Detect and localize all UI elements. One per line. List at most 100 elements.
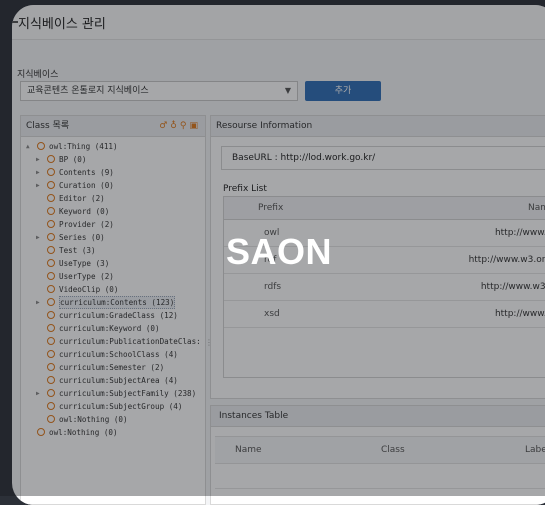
tree-node-label: curriculum:Semester (2): [59, 363, 165, 372]
tree-node[interactable]: owl:Nothing (0): [21, 426, 205, 439]
class-icon: [37, 428, 45, 436]
delete-class-icon[interactable]: ▣: [189, 121, 201, 131]
tree-node-label: Keyword (0): [59, 207, 110, 216]
tree-node-label: UseType (3): [59, 259, 110, 268]
class-icon: [47, 402, 55, 410]
tree-node[interactable]: ▶ Contents (9): [21, 166, 205, 179]
tree-node-label: Editor (2): [59, 194, 105, 203]
tree-node[interactable]: Test (3): [21, 244, 205, 257]
expand-icon[interactable]: ▶: [36, 166, 40, 179]
tree-node-label: VideoClip (0): [59, 285, 119, 294]
expand-icon[interactable]: ▶: [36, 387, 40, 400]
tree-node[interactable]: curriculum:Semester (2): [21, 361, 205, 374]
title-bar: 지식베이스 관리: [12, 5, 545, 40]
edit-class-icon[interactable]: ♁: [170, 121, 180, 131]
tree-node[interactable]: curriculum:SchoolClass (4): [21, 348, 205, 361]
col-namespace[interactable]: Nam: [528, 203, 545, 213]
namespace-cell: http://www.w3.o: [480, 282, 545, 292]
col-prefix[interactable]: Prefix: [258, 203, 283, 213]
resource-panel-header: Resourse Information: [211, 116, 545, 137]
class-icon: [47, 259, 55, 267]
class-icon: [47, 207, 55, 215]
tree-node[interactable]: ▶ curriculum:SubjectFamily (238): [21, 387, 205, 400]
tree-node[interactable]: VideoClip (0): [21, 283, 205, 296]
class-icon: [47, 168, 55, 176]
tree-node-label: curriculum:SchoolClass (4): [59, 350, 178, 359]
tree-node[interactable]: curriculum:Keyword (0): [21, 322, 205, 335]
namespace-cell: http://www.w: [494, 228, 545, 238]
tree-node[interactable]: Provider (2): [21, 218, 205, 231]
tree-node[interactable]: ▶ curriculum:Contents (123): [21, 296, 205, 309]
tree-node[interactable]: Keyword (0): [21, 205, 205, 218]
prefix-cell: rdfs: [264, 282, 282, 292]
tree-node-label: owl:Thing (411): [49, 142, 118, 151]
class-icon: [47, 376, 55, 384]
resource-panel-title: Resourse Information: [216, 121, 313, 131]
expand-icon[interactable]: ▶: [36, 296, 40, 309]
class-icon: [47, 298, 55, 306]
class-icon: [47, 350, 55, 358]
tree-node[interactable]: ▶ Series (0): [21, 231, 205, 244]
col-label[interactable]: Labe: [525, 445, 545, 455]
tree-node-label: curriculum:PublicationDateClas:: [59, 337, 201, 346]
tree-node-label: curriculum:Keyword (0): [59, 324, 160, 333]
expand-icon[interactable]: ▶: [36, 231, 40, 244]
tree-node-label: Test (3): [59, 246, 96, 255]
tree-node-label: owl:Nothing (0): [49, 428, 118, 437]
tree-node[interactable]: UserType (2): [21, 270, 205, 283]
namespace-cell: http://www.w3.org/: [468, 255, 545, 265]
tree-node-label: Provider (2): [59, 220, 114, 229]
kb-select[interactable]: 교육콘텐츠 온톨로지 지식베이스 ▼: [20, 81, 298, 101]
class-icon: [47, 389, 55, 397]
instances-panel-title: Instances Table: [219, 411, 289, 421]
class-panel-header: Class 목록 ♂♁⚲▣: [21, 116, 205, 137]
tree-node[interactable]: ▲ owl:Thing (411): [21, 140, 205, 153]
class-icon: [37, 142, 45, 150]
table-row[interactable]: xsd http://www.w: [224, 301, 545, 328]
class-icon: [47, 363, 55, 371]
tree-node[interactable]: ▶ Curation (0): [21, 179, 205, 192]
add-button[interactable]: 추가: [305, 81, 381, 101]
collapse-icon[interactable]: ▲: [26, 140, 30, 153]
tree-node[interactable]: curriculum:PublicationDateClas:: [21, 335, 205, 348]
tree-node[interactable]: Editor (2): [21, 192, 205, 205]
tree-node[interactable]: curriculum:SubjectGroup (4): [21, 400, 205, 413]
instances-panel: Instances Table Name Class Labe: [210, 405, 545, 505]
class-icon: [47, 246, 55, 254]
instances-table-header: Name Class Labe: [215, 436, 545, 464]
class-icon: [47, 311, 55, 319]
splitter-handle[interactable]: ⋮: [205, 338, 213, 352]
expand-icon[interactable]: ▶: [36, 153, 40, 166]
class-icon: [47, 155, 55, 163]
class-tools: ♂♁⚲▣: [159, 116, 201, 136]
expand-icon[interactable]: ▶: [36, 179, 40, 192]
table-row[interactable]: [215, 488, 545, 489]
col-class[interactable]: Class: [381, 445, 405, 455]
tree-node-label: BP (0): [59, 155, 87, 164]
prefix-list-label: Prefix List: [223, 184, 267, 194]
tree-node[interactable]: curriculum:SubjectArea (4): [21, 374, 205, 387]
class-icon: [47, 181, 55, 189]
tree-node-label: curriculum:SubjectArea (4): [59, 376, 178, 385]
add-class-icon[interactable]: ♂: [159, 121, 170, 131]
tree-node-label: Curation (0): [59, 181, 114, 190]
tree-node-label: owl:Nothing (0): [59, 415, 128, 424]
chevron-down-icon: ▼: [284, 86, 291, 95]
tree-node[interactable]: UseType (3): [21, 257, 205, 270]
tree-node[interactable]: ▶ BP (0): [21, 153, 205, 166]
namespace-cell: http://www.w: [494, 309, 545, 319]
class-icon: [47, 233, 55, 241]
class-panel: Class 목록 ♂♁⚲▣ ▲ owl:Thing (411) ▶ BP (0) ▶ Co…: [20, 115, 206, 505]
class-icon: [47, 324, 55, 332]
tree-node-label: curriculum:SubjectGroup (4): [59, 402, 183, 411]
class-icon: [47, 220, 55, 228]
class-icon: [47, 272, 55, 280]
window-title: 지식베이스 관리: [18, 17, 106, 32]
col-name[interactable]: Name: [235, 445, 262, 455]
tree-node-label: curriculum:GradeClass (12): [59, 311, 178, 320]
tree-node-label: UserType (2): [59, 272, 114, 281]
tree-node[interactable]: curriculum:GradeClass (12): [21, 309, 205, 322]
tree-node[interactable]: owl:Nothing (0): [21, 413, 205, 426]
table-row[interactable]: rdfs http://www.w3.o: [224, 274, 545, 301]
class-icon: [47, 337, 55, 345]
